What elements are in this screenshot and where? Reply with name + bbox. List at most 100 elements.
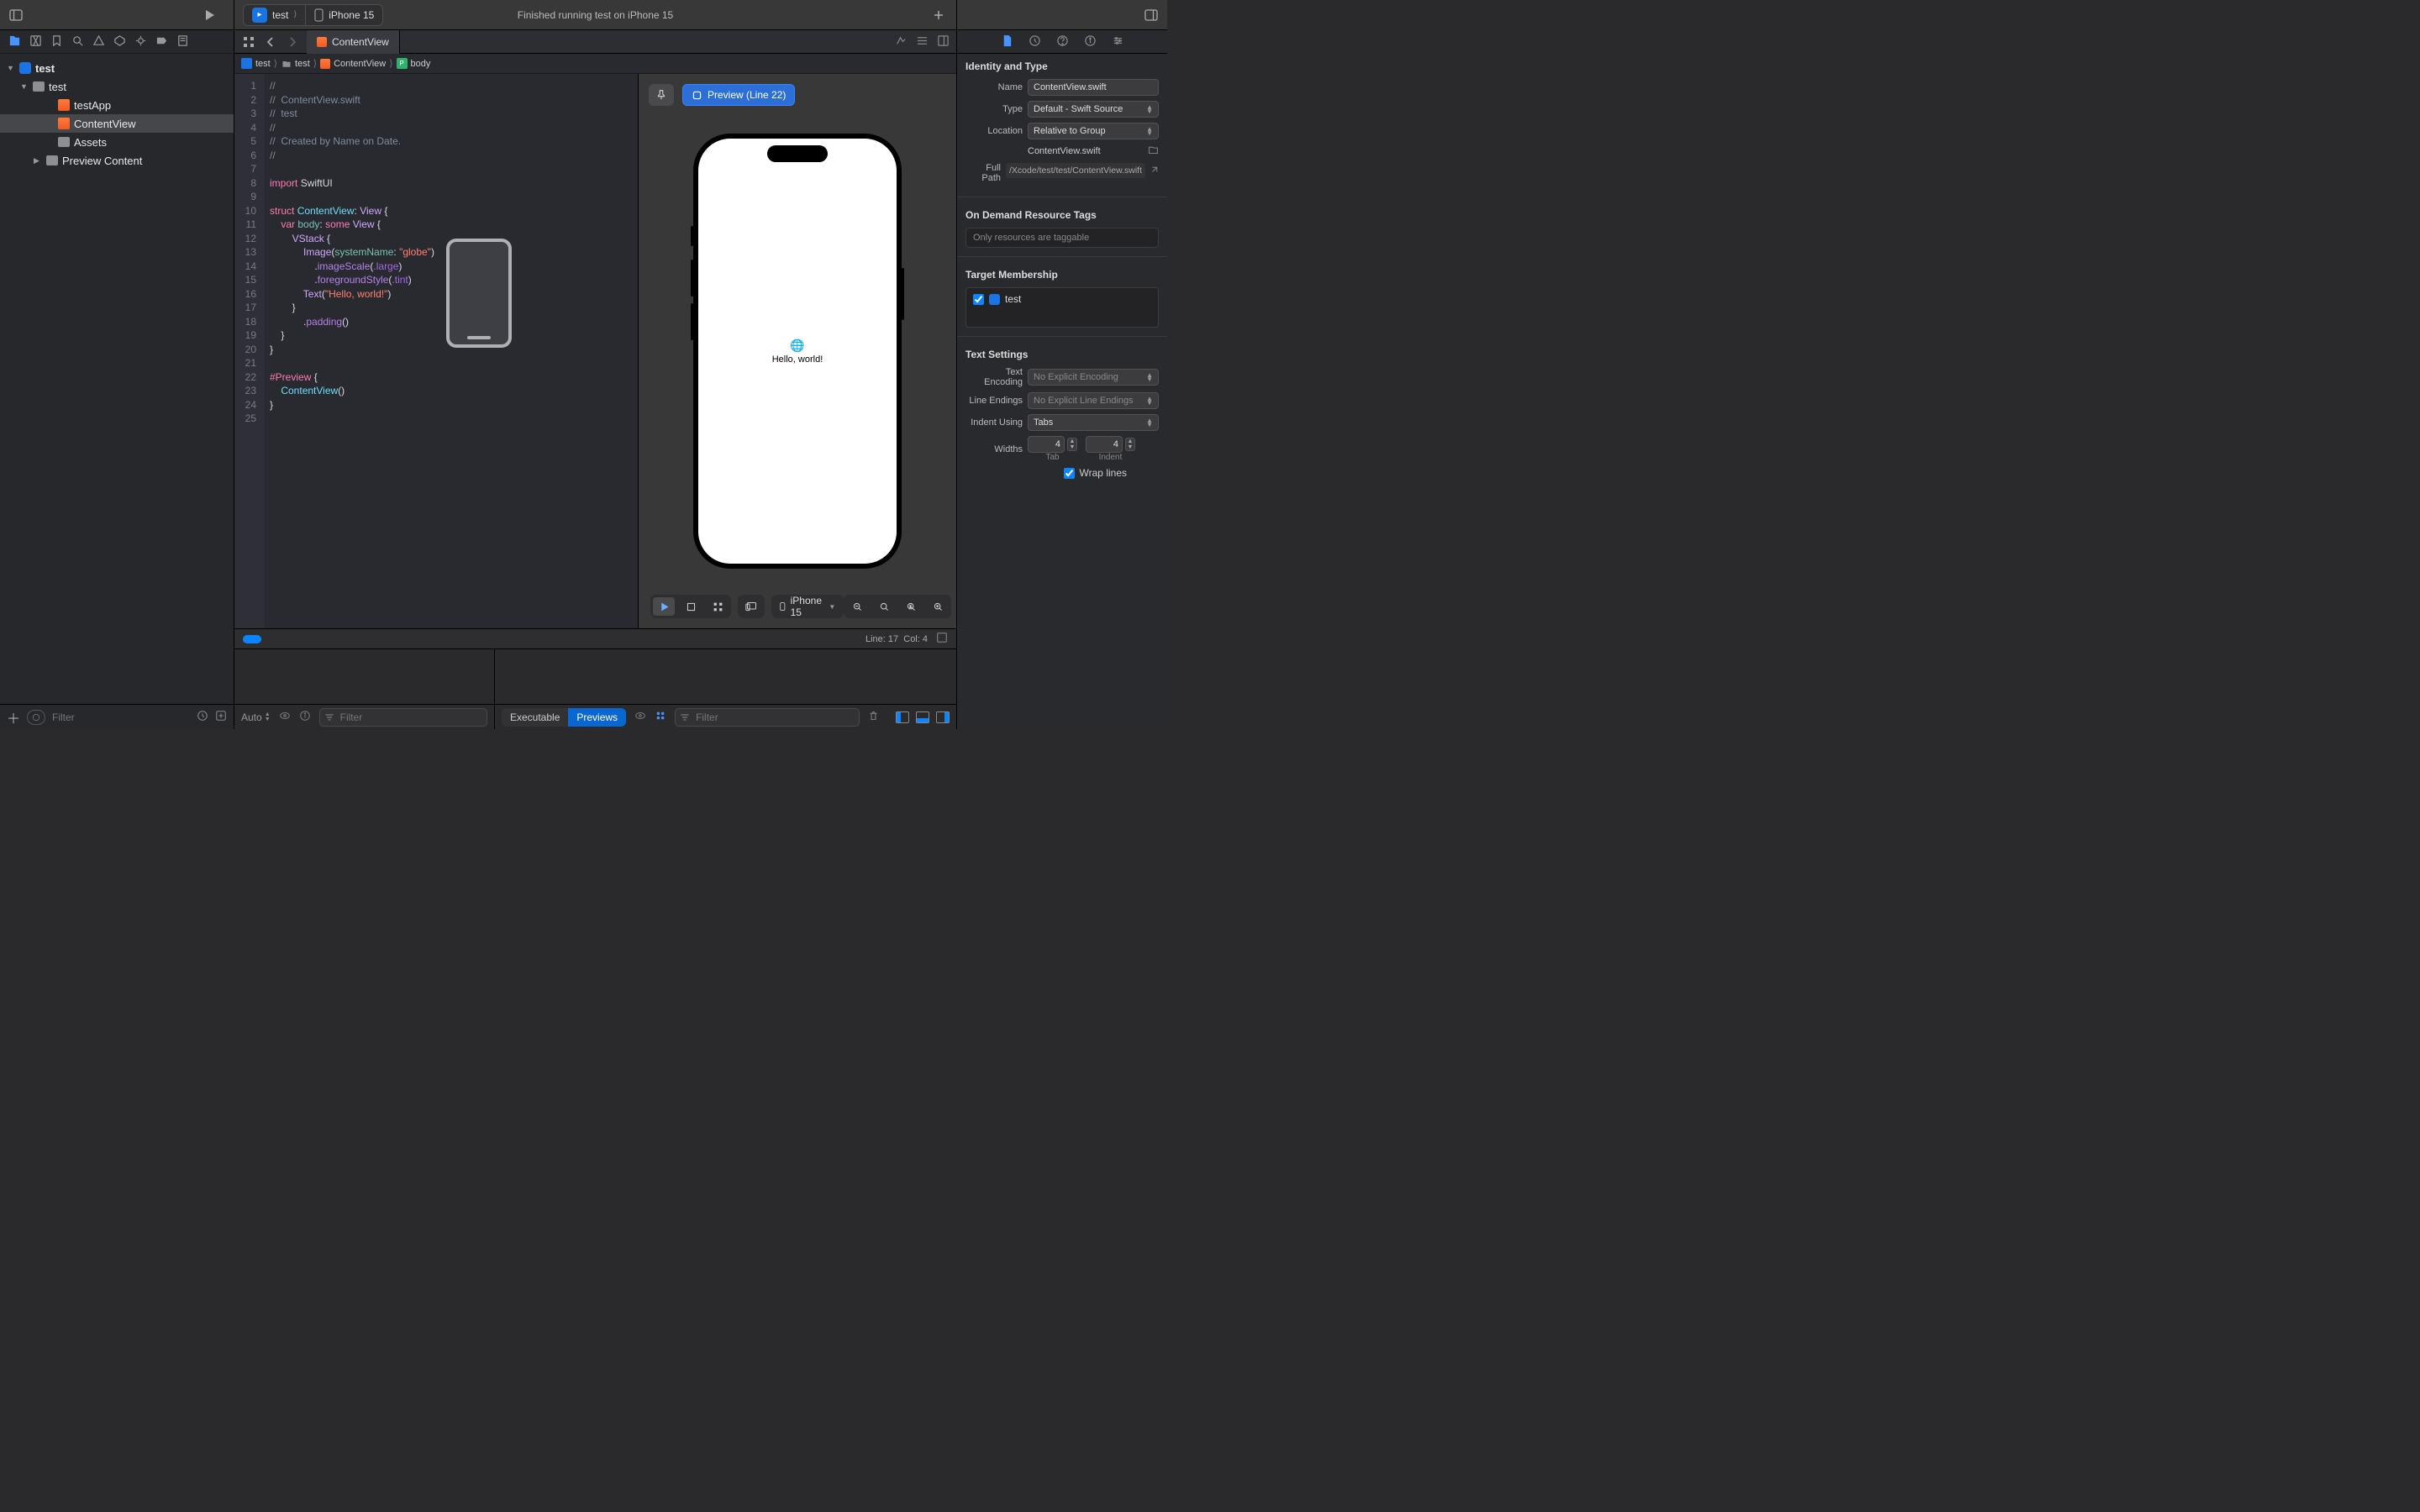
device-screen[interactable]: 🌐 Hello, world! [698, 139, 897, 564]
indent-width-input[interactable] [1086, 436, 1123, 453]
choose-folder-icon[interactable] [1148, 144, 1159, 158]
run-button[interactable] [200, 6, 218, 24]
file-name-input[interactable] [1028, 79, 1159, 96]
back-button[interactable] [261, 33, 280, 51]
variants-button[interactable] [707, 597, 729, 616]
reveal-in-finder-icon[interactable] [1149, 165, 1159, 178]
target-checkbox[interactable] [973, 294, 984, 305]
project-navigator-tab[interactable] [8, 34, 21, 50]
tree-folder-preview-content[interactable]: ▶ Preview Content [0, 151, 234, 170]
tree-file-contentview[interactable]: ContentView [0, 114, 234, 133]
navigator-footer: ＋ [0, 704, 234, 729]
adjust-editor-icon[interactable] [916, 34, 929, 50]
find-tab[interactable] [71, 34, 84, 50]
jumpbar-crumb[interactable]: test [295, 59, 310, 69]
field-label: Text Encoding [965, 367, 1023, 387]
help-inspector-tab[interactable] [1056, 34, 1069, 50]
preview-label-chip[interactable]: Preview (Line 22) [682, 84, 795, 106]
scheme-selector[interactable]: ▸ test ⟩ iPhone 15 [243, 4, 383, 26]
wrap-lines-checkbox[interactable] [1064, 468, 1075, 479]
selectable-preview-button[interactable] [680, 597, 702, 616]
bookmark-tab[interactable] [50, 34, 63, 50]
device-picker[interactable]: iPhone 15 ▼ [771, 595, 844, 618]
history-inspector-tab[interactable] [1028, 34, 1041, 50]
jumpbar-crumb[interactable]: ContentView [334, 59, 386, 69]
indent-using-select[interactable]: Tabs▲▼ [1028, 414, 1159, 431]
scm-filter-icon[interactable] [215, 710, 227, 724]
tree-project-root[interactable]: ▼ test [0, 59, 234, 77]
toggle-left-panel[interactable] [896, 711, 909, 723]
report-tab[interactable] [176, 34, 189, 50]
minimap-toggle-icon[interactable] [936, 632, 948, 646]
toggle-navigator-icon[interactable] [7, 6, 25, 24]
scheme-name: test [272, 9, 288, 21]
file-type-select[interactable]: Default - Swift Source▲▼ [1028, 101, 1159, 118]
tree-group[interactable]: ▼ test [0, 77, 234, 96]
variables-view-mode[interactable]: Auto▲▼ [241, 711, 271, 723]
recent-filter-icon[interactable] [197, 710, 208, 724]
quicklook-icon[interactable] [279, 710, 291, 724]
jumpbar-crumb[interactable]: body [411, 59, 431, 69]
disclosure-icon[interactable]: ▶ [34, 156, 42, 165]
canvas-toggle-icon[interactable] [937, 34, 950, 50]
pin-preview-button[interactable] [649, 84, 674, 106]
disclosure-icon[interactable]: ▼ [20, 82, 29, 91]
toggle-bottom-panel[interactable] [916, 711, 929, 723]
chevron-down-icon: ▼ [829, 603, 835, 611]
editor-area: ContentView test ⟩ test ⟩ ContentView ⟩ … [234, 30, 956, 729]
zoom-in-button[interactable] [927, 597, 949, 616]
device-settings-button[interactable] [740, 597, 762, 616]
navigator: ▼ test ▼ test testApp ContentView Assets [0, 30, 234, 729]
source-control-tab[interactable] [29, 34, 42, 50]
related-items-button[interactable] [239, 33, 258, 51]
visibility-icon[interactable] [634, 710, 646, 724]
toggle-right-panel[interactable] [936, 711, 950, 723]
zoom-actual-button[interactable]: 1 [900, 597, 922, 616]
location-select[interactable]: Relative to Group▲▼ [1028, 123, 1159, 139]
live-preview-button[interactable] [653, 597, 675, 616]
line-gutter: 1234567891011121314151617181920212223242… [234, 74, 265, 628]
console-filter-input[interactable] [675, 708, 860, 727]
filter-scope-button[interactable] [27, 710, 45, 725]
info-icon[interactable] [299, 710, 311, 724]
field-label: Location [965, 126, 1023, 136]
issues-tab[interactable] [92, 34, 105, 50]
source-editor[interactable]: 1234567891011121314151617181920212223242… [234, 74, 638, 628]
debug-tab[interactable] [134, 34, 147, 50]
file-inspector-tab[interactable] [1001, 34, 1013, 50]
tab-width-input[interactable] [1028, 436, 1065, 453]
zoom-out-button[interactable] [846, 597, 868, 616]
zoom-fit-button[interactable] [873, 597, 895, 616]
breakpoint-tab[interactable] [155, 34, 168, 50]
accessibility-inspector-tab[interactable] [1084, 34, 1097, 50]
navigator-filter-input[interactable] [52, 711, 190, 723]
console-mode-segment[interactable]: Executable Previews [502, 708, 626, 727]
code-content[interactable]: //// ContentView.swift// test//// Create… [265, 74, 434, 628]
add-editor-button[interactable] [929, 6, 948, 24]
tree-file-testapp[interactable]: testApp [0, 96, 234, 114]
line-endings-select[interactable]: No Explicit Line Endings▲▼ [1028, 392, 1159, 409]
variables-filter-input[interactable] [319, 708, 487, 727]
library-button[interactable] [1142, 6, 1160, 24]
forward-button[interactable] [283, 33, 302, 51]
segment-executable[interactable]: Executable [502, 708, 568, 727]
preview-text: Hello, world! [772, 354, 823, 365]
jumpbar-crumb[interactable]: test [255, 59, 271, 69]
metadata-icon[interactable] [655, 710, 666, 724]
add-button[interactable]: ＋ [7, 707, 20, 727]
test-tab[interactable] [113, 34, 126, 50]
line-label: Line: [865, 634, 886, 644]
canvas-toolbar: iPhone 15 ▼ 1 [639, 595, 956, 618]
editor-tab[interactable]: ContentView [307, 30, 400, 54]
folder-icon [46, 155, 58, 165]
jump-bar[interactable]: test ⟩ test ⟩ ContentView ⟩ Pbody [234, 54, 956, 74]
breakpoint-indicator[interactable] [243, 635, 261, 643]
segment-previews[interactable]: Previews [568, 708, 626, 727]
property-icon: P [397, 58, 408, 69]
tree-file-assets[interactable]: Assets [0, 133, 234, 151]
attributes-inspector-tab[interactable] [1112, 34, 1124, 50]
text-encoding-select[interactable]: No Explicit Encoding▲▼ [1028, 369, 1159, 386]
disclosure-icon[interactable]: ▼ [7, 64, 15, 72]
trash-icon[interactable] [868, 711, 879, 724]
review-changes-icon[interactable] [895, 34, 908, 50]
